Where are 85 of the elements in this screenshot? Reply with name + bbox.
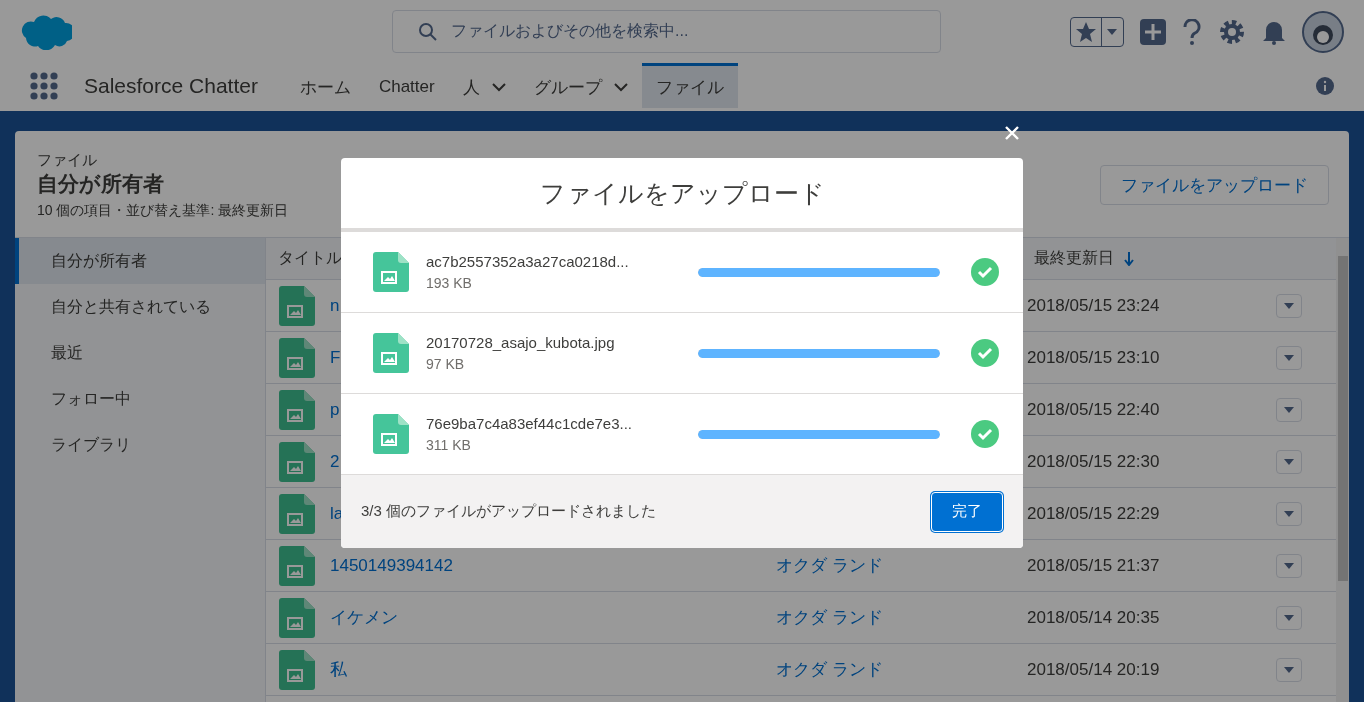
modified-date: 2018/05/15 21:37 (1026, 555, 1160, 575)
image-file-icon (279, 337, 315, 378)
file-size: 311 KB (426, 437, 472, 453)
breadcrumb: ファイル (37, 151, 98, 170)
owner-link[interactable]: オクダ ランド (772, 660, 883, 679)
image-file-icon (373, 333, 409, 373)
sidebar-item[interactable]: 自分と共有されている (15, 284, 265, 330)
caret-icon (1284, 666, 1294, 673)
image-file-icon (279, 285, 315, 326)
caret-icon (1284, 562, 1294, 569)
modified-date: 2018/05/14 20:35 (1026, 607, 1160, 627)
file-title-link[interactable]: イケメン (326, 608, 398, 627)
modified-date: 2018/05/15 22:29 (1026, 503, 1160, 523)
scrollbar[interactable] (1336, 238, 1349, 702)
upload-files-button[interactable]: ファイルをアップロード (1100, 165, 1329, 205)
file-title-link[interactable]: 私 (326, 660, 347, 679)
row-actions-button[interactable] (1276, 657, 1302, 682)
caret-icon (1284, 510, 1294, 517)
file-size: 193 KB (426, 275, 473, 291)
search-field[interactable]: ファイルおよびその他を検索中... (392, 10, 941, 53)
modified-date: 2018/05/14 20:19 (1026, 659, 1160, 679)
help-icon[interactable] (1182, 18, 1202, 45)
row-actions-button[interactable] (1276, 501, 1302, 526)
file-size: 97 KB (426, 356, 466, 372)
nav-tab[interactable]: ファイル (641, 63, 738, 108)
row-actions-button[interactable] (1276, 449, 1302, 474)
row-actions-button[interactable] (1276, 553, 1302, 578)
row-actions-button[interactable] (1276, 293, 1302, 318)
image-file-icon (279, 389, 315, 430)
sort-down-icon (1124, 251, 1134, 266)
dialog-title: ファイルをアップロード (341, 158, 1023, 232)
plus-icon[interactable] (1140, 18, 1166, 45)
file-title-link[interactable]: 1450149394142 (326, 555, 453, 575)
caret-icon (1284, 458, 1294, 465)
nav-tab[interactable]: Chatter (364, 63, 449, 108)
page-title: 自分が所有者 (37, 171, 165, 197)
modified-date: 2018/05/15 22:30 (1026, 451, 1160, 471)
app-launcher-icon[interactable] (30, 71, 58, 100)
caret-icon (1284, 302, 1294, 309)
column-header[interactable]: 最終更新日 (1022, 248, 1272, 269)
nav-tab[interactable]: グループ (519, 63, 642, 108)
done-button[interactable]: 完了 (931, 491, 1003, 532)
caret-icon (1284, 354, 1294, 361)
modified-date: 2018/05/15 22:40 (1026, 399, 1160, 419)
cloud-logo (20, 13, 72, 50)
app-name: Salesforce Chatter (84, 73, 258, 98)
caret-icon (1107, 28, 1117, 35)
image-file-icon (279, 597, 315, 638)
sidebar-item[interactable]: フォロー中 (15, 376, 265, 422)
info-icon[interactable] (1316, 76, 1334, 95)
modified-date: 2018/05/15 23:10 (1026, 347, 1160, 367)
row-actions-button[interactable] (1276, 605, 1302, 630)
image-file-icon (279, 649, 315, 690)
sidebar-item[interactable]: 最近 (15, 330, 265, 376)
nav-tab[interactable]: 人 (448, 63, 520, 108)
image-file-icon (279, 545, 315, 586)
image-file-icon (373, 414, 409, 454)
search-icon (419, 22, 437, 41)
modified-date: 2018/05/15 23:24 (1026, 295, 1160, 315)
image-file-icon (279, 493, 315, 534)
file-name: 20170728_asajo_kubota.jpg (426, 334, 615, 351)
favorites-button[interactable] (1070, 16, 1124, 47)
image-file-icon (279, 441, 315, 482)
owner-link[interactable]: オクダ ランド (772, 608, 883, 627)
row-actions-button[interactable] (1276, 345, 1302, 370)
file-title-link[interactable]: n (326, 295, 340, 315)
file-name: 76e9ba7c4a83ef44c1cde7e3... (426, 415, 632, 432)
list-summary: 10 個の項目・並び替え基準: 最終更新日 (37, 202, 289, 220)
search-placeholder: ファイルおよびその他を検索中... (451, 21, 689, 41)
owner-link[interactable]: オクダ ランド (772, 556, 883, 575)
caret-icon (1284, 614, 1294, 621)
image-file-icon (373, 252, 409, 292)
caret-icon (1284, 406, 1294, 413)
sidebar-item[interactable]: ライブラリ (15, 422, 265, 468)
file-title-link[interactable]: p (326, 399, 340, 419)
file-title-link[interactable]: 2 (326, 451, 340, 471)
file-title-link[interactable]: F (326, 347, 341, 367)
file-name: ac7b2557352a3a27ca0218d... (426, 253, 629, 270)
upload-status: 3/3 個のファイルがアップロードされました (361, 502, 657, 521)
close-icon[interactable] (1005, 126, 1019, 140)
row-actions-button[interactable] (1276, 397, 1302, 422)
settings-icon[interactable] (1218, 17, 1246, 46)
sidebar-item[interactable]: 自分が所有者 (15, 238, 265, 284)
nav-tab[interactable]: ホーム (285, 63, 365, 108)
avatar-icon[interactable] (1302, 10, 1344, 53)
